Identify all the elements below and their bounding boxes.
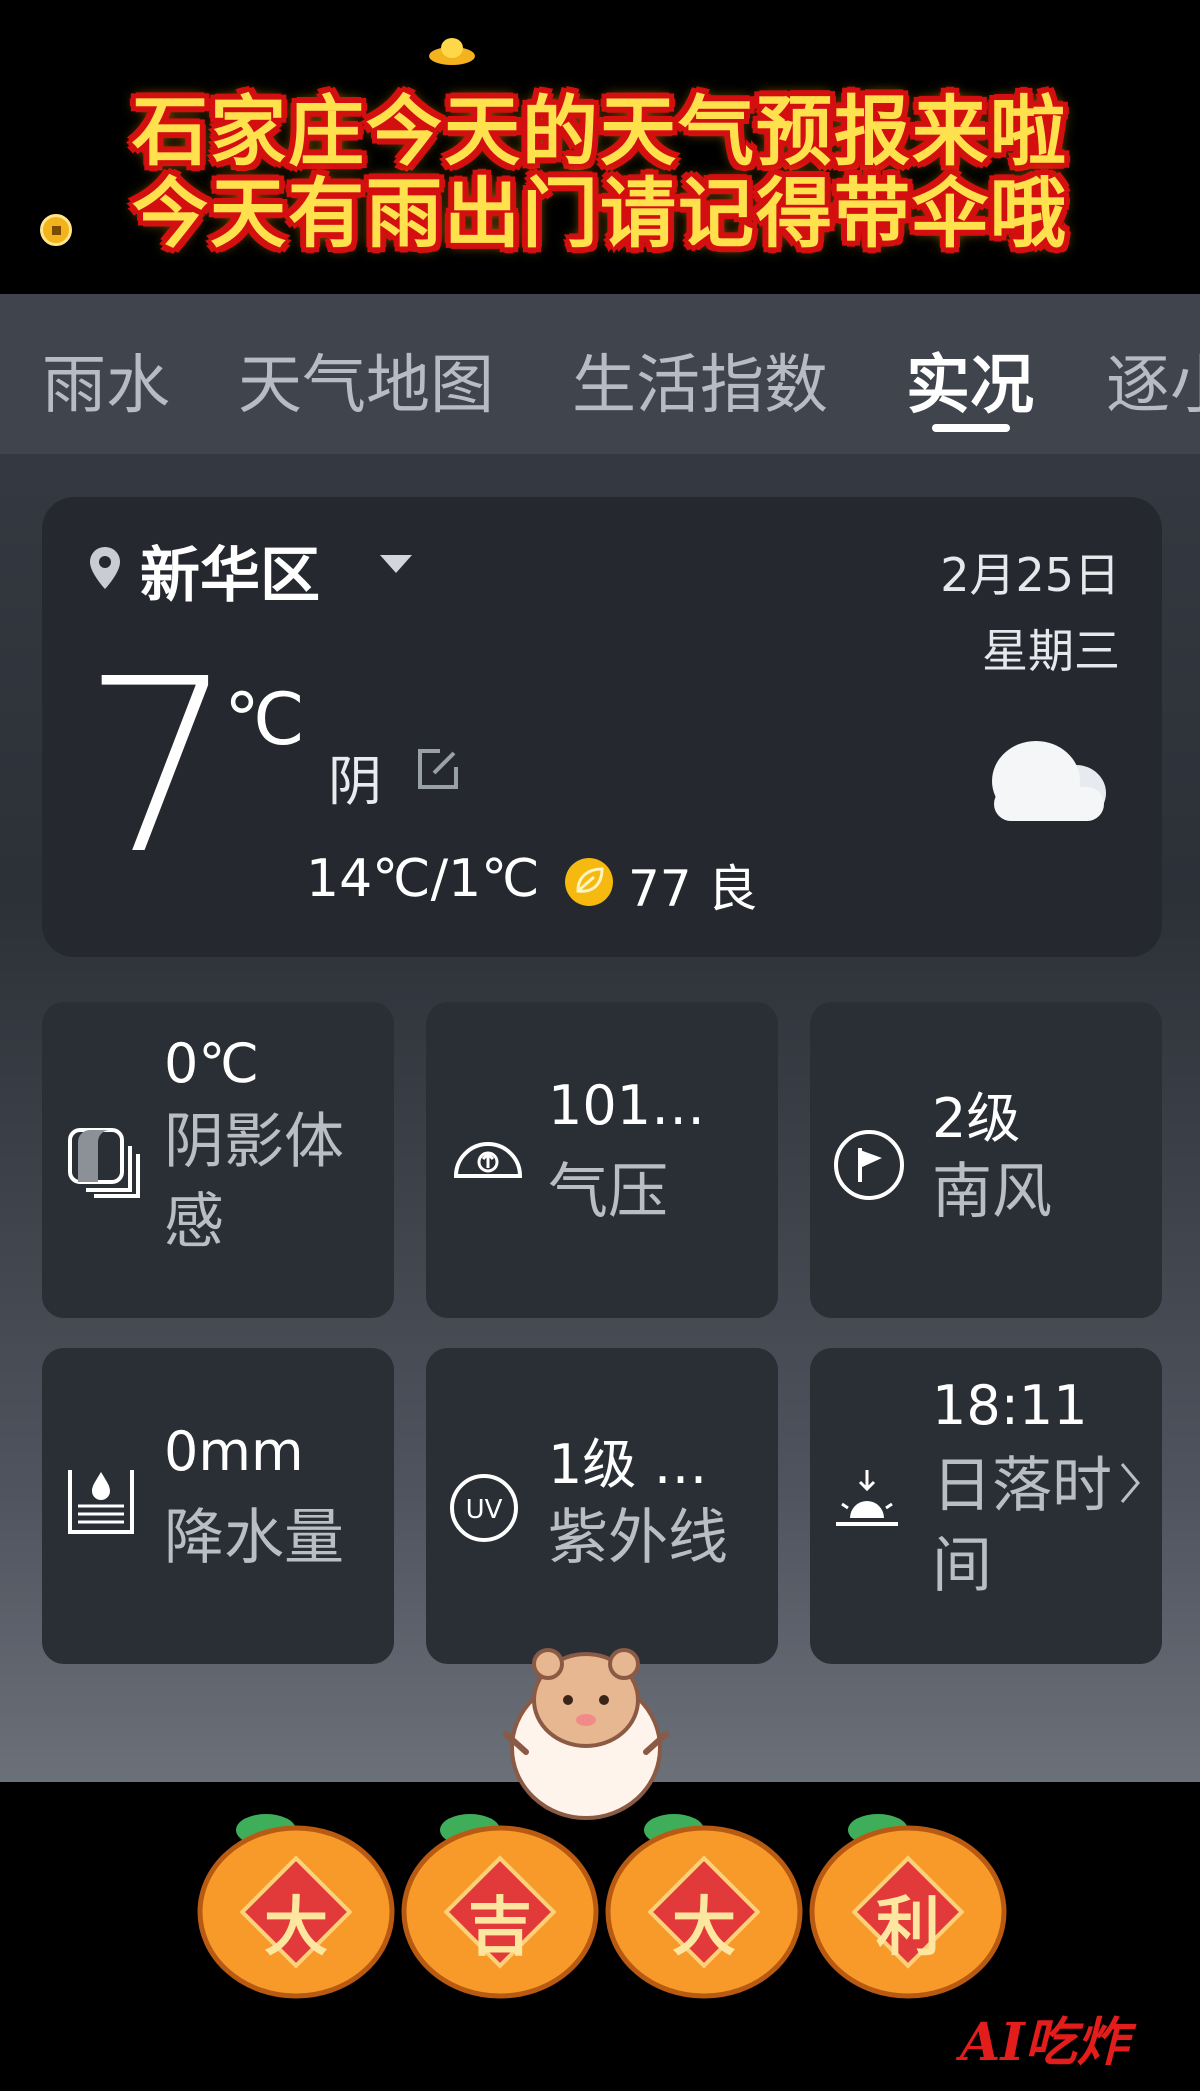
sunset-icon — [836, 1470, 898, 1526]
caption-line-2: 今天有雨出门请记得带伞哦 — [132, 169, 1068, 258]
gold-coin-icon — [40, 214, 72, 246]
weather-app-screen: 雨水 天气地图 生活指数 实况 逐小 新华区 2月25日 星期三 7 ℃ 阴 1… — [0, 294, 1200, 1782]
current-weather-card[interactable]: 新华区 2月25日 星期三 7 ℃ 阴 14℃/1℃ 77 良 — [42, 497, 1162, 957]
location-name[interactable]: 新华区 — [140, 527, 320, 614]
location-dropdown-icon[interactable] — [380, 555, 412, 573]
watermark-logo: AI吃炸 — [960, 2012, 1129, 2073]
tab-bar: 雨水 天气地图 生活指数 实况 逐小 — [0, 294, 1200, 454]
leaf-icon — [565, 858, 613, 906]
weather-condition: 阴 — [328, 750, 382, 813]
orange-da2-sticker: 大 — [604, 1800, 804, 2004]
feels-like-value: 0℃ — [164, 1032, 260, 1095]
pressure-label: 气压 — [548, 1157, 668, 1227]
tab-life-index[interactable]: 生活指数 — [572, 334, 828, 426]
video-caption-banner: 石家庄今天的天气预报来啦 今天有雨出门请记得带伞哦 — [0, 0, 1200, 292]
orange-label: 大 — [672, 1890, 736, 1965]
pressure-tile[interactable]: 101… 气压 — [426, 1002, 778, 1318]
orange-ji-sticker: 吉 — [400, 1800, 600, 2004]
pressure-value: 101… — [548, 1074, 706, 1137]
rain-gauge-icon — [68, 1470, 134, 1534]
date-label: 2月25日 — [940, 548, 1120, 602]
svg-text:UV: UV — [466, 1495, 503, 1525]
wind-tile[interactable]: 2级 南风 — [810, 1002, 1162, 1318]
orange-label: 吉 — [468, 1890, 532, 1965]
current-temperature: 7 — [82, 627, 235, 907]
chevron-right-icon[interactable] — [1118, 1460, 1142, 1506]
sunset-tile[interactable]: 18:11 日落时间 — [810, 1348, 1162, 1664]
weekday-label: 星期三 — [982, 624, 1120, 678]
uv-value: 1级 … — [548, 1433, 708, 1496]
orange-label: 利 — [876, 1890, 940, 1965]
temperature-unit: ℃ — [224, 677, 305, 761]
tab-hourly[interactable]: 逐小 — [1106, 334, 1200, 426]
edit-icon[interactable] — [414, 745, 462, 793]
gold-ingot-icon — [429, 38, 475, 65]
air-quality-index[interactable]: 77 良 — [628, 849, 758, 921]
feels-like-tile[interactable]: 0℃ 阴影体感 — [42, 1002, 394, 1318]
uv-label: 紫外线 — [548, 1503, 728, 1573]
precipitation-label: 降水量 — [164, 1503, 344, 1573]
cloud-icon — [992, 741, 1106, 821]
orange-li-sticker: 利 — [808, 1800, 1008, 2004]
orange-label: 大 — [264, 1890, 328, 1965]
uv-tile[interactable]: UV 1级 … 紫外线 — [426, 1348, 778, 1664]
sunset-time-label: 日落时间 — [932, 1451, 1112, 1601]
sunset-time-value: 18:11 — [932, 1374, 1088, 1437]
tab-live[interactable]: 实况 — [906, 334, 1034, 426]
active-tab-indicator — [932, 424, 1010, 432]
uv-icon: UV — [450, 1474, 518, 1542]
feels-like-icon — [68, 1128, 140, 1198]
temperature-range: 14℃/1℃ — [306, 849, 540, 909]
precipitation-tile[interactable]: 0mm 降水量 — [42, 1348, 394, 1664]
wind-direction-label: 南风 — [932, 1157, 1052, 1227]
feels-like-label: 阴影体感 — [164, 1107, 344, 1257]
tab-rain[interactable]: 雨水 — [42, 334, 170, 426]
tab-weather-map[interactable]: 天气地图 — [238, 334, 494, 426]
pressure-gauge-icon — [453, 1142, 523, 1178]
wind-level-value: 2级 — [932, 1087, 1021, 1150]
location-pin-icon — [90, 547, 120, 589]
precipitation-value: 0mm — [164, 1420, 304, 1483]
wind-flag-icon — [834, 1130, 904, 1200]
orange-da-sticker: 大 — [196, 1800, 396, 2004]
